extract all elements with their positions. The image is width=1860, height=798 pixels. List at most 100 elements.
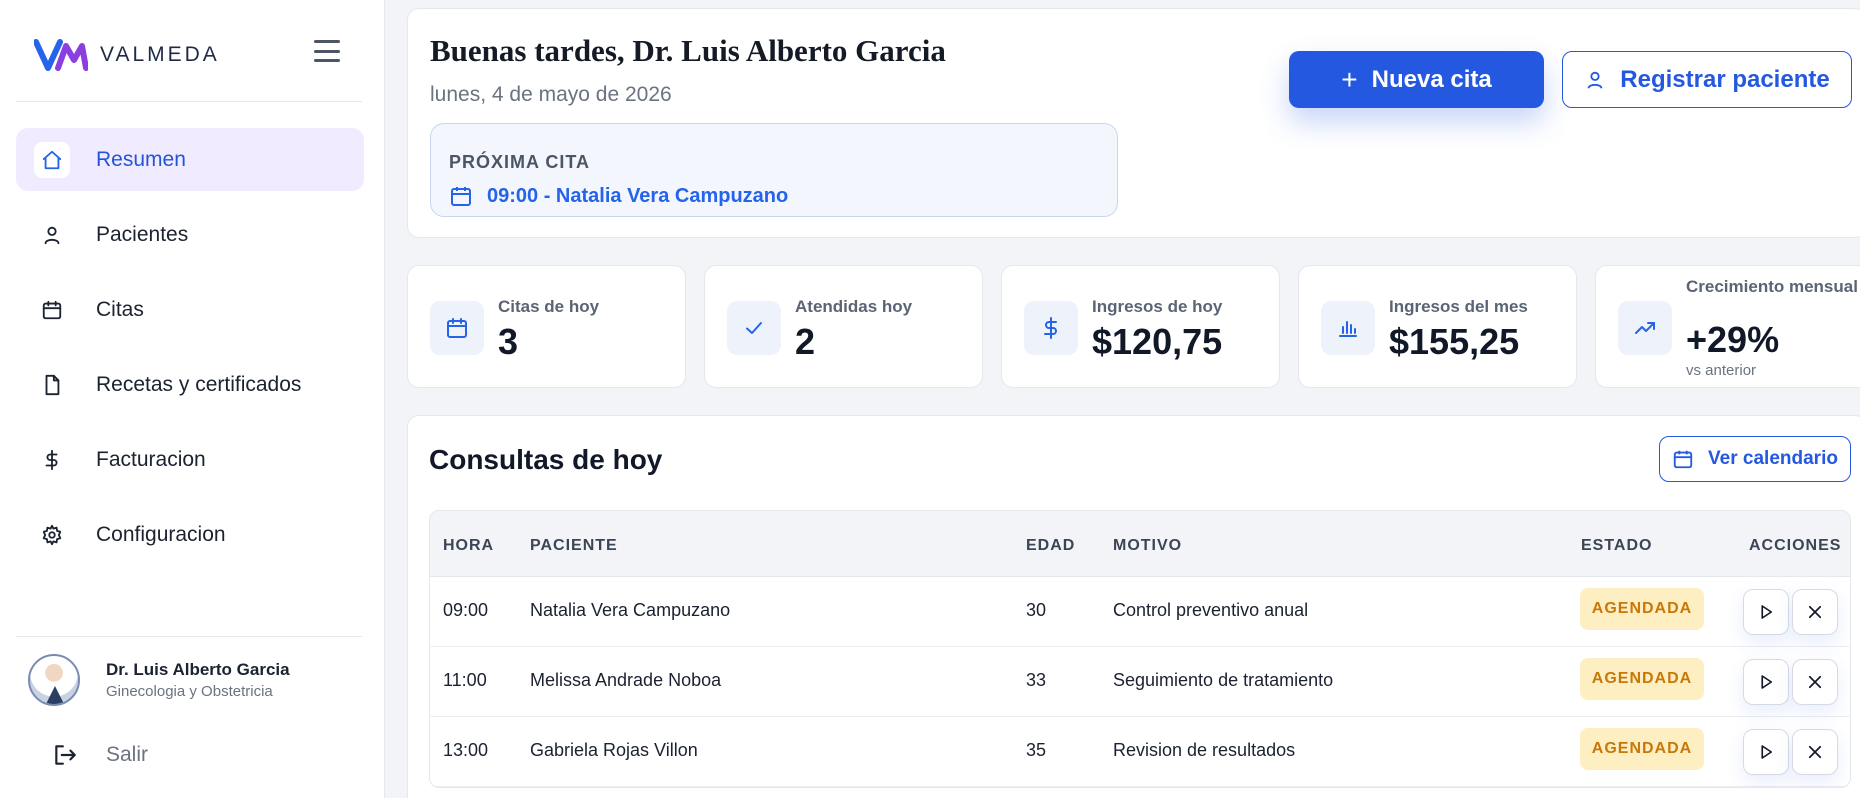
table-row[interactable]: 09:00 Natalia Vera Campuzano 30 Control …: [430, 577, 1850, 647]
cancel-appointment-button[interactable]: [1792, 729, 1838, 775]
stat-label: Ingresos del mes: [1389, 297, 1528, 316]
view-calendar-button[interactable]: Ver calendario: [1659, 436, 1851, 482]
welcome-panel: Buenas tardes, Dr. Luis Alberto Garcia l…: [407, 8, 1860, 238]
cell-motivo: Revision de resultados: [1113, 740, 1296, 760]
sidebar-item-configuracion[interactable]: Configuracion: [16, 503, 364, 566]
calendar-icon: [34, 292, 70, 328]
sidebar-item-label: Resumen: [96, 147, 186, 171]
register-patient-button[interactable]: Registrar paciente: [1562, 51, 1852, 108]
calendar-icon: [430, 301, 484, 355]
cell-motivo: Seguimiento de tratamiento: [1113, 670, 1334, 690]
user-icon: [34, 217, 70, 253]
column-header-motivo[interactable]: MOTIVO: [1113, 537, 1182, 555]
stat-card-citas-hoy: Citas de hoy 3: [407, 265, 686, 388]
logout-icon: [55, 745, 76, 765]
next-appointment-card[interactable]: PRÓXIMA CITA 09:00 - Natalia Vera Campuz…: [430, 123, 1118, 217]
play-icon: [1761, 605, 1773, 619]
sidebar-item-pacientes[interactable]: Pacientes: [16, 203, 364, 266]
sidebar-divider: [16, 101, 362, 102]
user-icon: [1587, 71, 1603, 89]
stat-label: Crecimiento mensual: [1686, 277, 1858, 296]
page-title: Buenas tardes, Dr. Luis Alberto Garcia: [430, 33, 946, 68]
brand-name: VALMEDA: [100, 43, 220, 66]
appointments-table: HORA PACIENTE EDAD MOTIVO ESTADO ACCIONE…: [429, 510, 1851, 788]
profile-name: Dr. Luis Alberto Garcia: [106, 660, 290, 679]
table-row[interactable]: 11:00 Melissa Andrade Noboa 33 Seguimien…: [430, 647, 1850, 717]
cell-hora: 13:00: [443, 740, 489, 760]
status-badge: AGENDADA: [1580, 588, 1704, 630]
sidebar-nav: Resumen Pacientes Citas Recetas y certif…: [16, 128, 364, 578]
stat-card-atendidas-hoy: Atendidas hoy 2: [704, 265, 983, 388]
calendar-icon: [1673, 450, 1693, 469]
stat-card-ingresos-mes: Ingresos del mes $155,25: [1298, 265, 1577, 388]
cell-hora: 09:00: [443, 600, 489, 620]
bar-chart-icon: [1321, 301, 1375, 355]
logout-label: Salir: [106, 743, 149, 766]
sidebar: VALMEDA Resumen Pacientes Citas Recetas …: [0, 0, 385, 798]
dollar-icon: [34, 442, 70, 478]
sidebar-item-label: Citas: [96, 297, 144, 321]
table-row[interactable]: 13:00 Gabriela Rojas Villon 35 Revision …: [430, 717, 1850, 787]
view-calendar-label: Ver calendario: [1708, 448, 1838, 469]
start-appointment-button[interactable]: [1743, 729, 1789, 775]
menu-toggle-icon[interactable]: [314, 40, 340, 62]
dollar-icon: [1024, 301, 1078, 355]
sidebar-item-facturacion[interactable]: Facturacion: [16, 428, 364, 491]
stat-sub: vs anterior: [1686, 362, 1757, 379]
column-header-edad[interactable]: EDAD: [1026, 537, 1075, 555]
plus-icon: +: [1341, 63, 1358, 95]
logout-button[interactable]: Salir: [52, 742, 148, 768]
stat-value: $120,75: [1092, 321, 1223, 362]
cell-edad: 35: [1026, 740, 1047, 760]
start-appointment-button[interactable]: [1743, 659, 1789, 705]
start-appointment-button[interactable]: [1743, 589, 1789, 635]
stat-value: 2: [795, 321, 816, 362]
stat-value: 3: [498, 321, 519, 362]
stat-label: Ingresos de hoy: [1092, 297, 1223, 316]
cell-paciente: Melissa Andrade Noboa: [530, 670, 722, 690]
avatar: [28, 654, 80, 706]
stat-label: Citas de hoy: [498, 297, 600, 316]
next-appointment-title: PRÓXIMA CITA: [449, 152, 590, 172]
current-date: lunes, 4 de mayo de 2026: [430, 83, 672, 106]
trending-up-icon: [1618, 301, 1672, 355]
column-header-paciente[interactable]: PACIENTE: [530, 537, 618, 555]
gear-icon: [34, 517, 70, 553]
user-profile[interactable]: Dr. Luis Alberto Garcia Ginecologia y Ob…: [28, 654, 290, 706]
stats-row: Citas de hoy 3 Atendidas hoy 2 Ingresos …: [407, 265, 1860, 388]
cancel-appointment-button[interactable]: [1792, 659, 1838, 705]
today-appointments-panel: Consultas de hoy Ver calendario HORA PAC…: [407, 415, 1860, 798]
status-badge: AGENDADA: [1580, 658, 1704, 700]
stat-label: Atendidas hoy: [795, 297, 913, 316]
cell-paciente: Gabriela Rojas Villon: [530, 740, 698, 760]
sidebar-item-label: Recetas y certificados: [96, 372, 302, 396]
register-patient-label: Registrar paciente: [1620, 65, 1830, 93]
cancel-appointment-button[interactable]: [1792, 589, 1838, 635]
sidebar-item-citas[interactable]: Citas: [16, 278, 364, 341]
cell-paciente: Natalia Vera Campuzano: [530, 600, 731, 620]
cell-edad: 30: [1026, 600, 1047, 620]
play-icon: [1761, 745, 1773, 759]
new-appointment-label: Nueva cita: [1371, 65, 1492, 93]
play-icon: [1761, 675, 1773, 689]
sidebar-item-resumen[interactable]: Resumen: [16, 128, 364, 191]
table-header: HORA PACIENTE EDAD MOTIVO ESTADO ACCIONE…: [430, 511, 1850, 577]
sidebar-item-label: Configuracion: [96, 522, 226, 546]
column-header-hora[interactable]: HORA: [443, 537, 494, 555]
column-header-estado[interactable]: ESTADO: [1581, 537, 1652, 555]
new-appointment-button[interactable]: + Nueva cita: [1289, 51, 1544, 108]
close-icon: [1808, 745, 1822, 759]
stat-value: $155,25: [1389, 321, 1520, 362]
sidebar-item-label: Facturacion: [96, 447, 206, 471]
close-icon: [1808, 675, 1822, 689]
status-badge: AGENDADA: [1580, 728, 1704, 770]
sidebar-divider: [16, 636, 362, 637]
calendar-icon: [451, 187, 471, 206]
cell-hora: 11:00: [443, 670, 487, 690]
sidebar-item-recetas[interactable]: Recetas y certificados: [16, 353, 364, 416]
cell-edad: 33: [1026, 670, 1047, 690]
next-appointment-text: 09:00 - Natalia Vera Campuzano: [487, 184, 789, 207]
stat-value: +29%: [1686, 319, 1780, 360]
brand-logo[interactable]: VALMEDA: [34, 38, 220, 72]
cell-motivo: Control preventivo anual: [1113, 600, 1309, 620]
